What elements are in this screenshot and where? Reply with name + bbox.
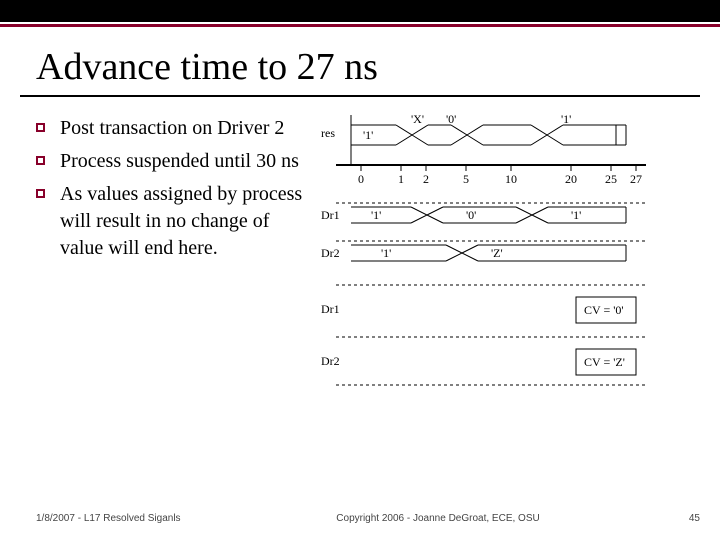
tick-label: 10 xyxy=(505,172,517,186)
bullet-item: As values assigned by process will resul… xyxy=(36,181,316,262)
dr2-value: '1' xyxy=(381,246,391,260)
res-value: '1' xyxy=(363,128,373,142)
dr1-value: '0' xyxy=(466,208,476,222)
tick-label: 1 xyxy=(398,172,404,186)
tick-label: 5 xyxy=(463,172,469,186)
bullet-item: Post transaction on Driver 2 xyxy=(36,115,316,142)
res-value: '1' xyxy=(561,115,571,126)
bullet-list: Post transaction on Driver 2 Process sus… xyxy=(36,115,316,268)
tick-label: 25 xyxy=(605,172,617,186)
dr1-value: '1' xyxy=(571,208,581,222)
bullet-item: Process suspended until 30 ns xyxy=(36,148,316,175)
timing-diagram: res '1' 'X' '0' '1' xyxy=(316,115,700,268)
title-underline xyxy=(20,95,700,97)
signal-label-dr2b: Dr2 xyxy=(321,354,340,368)
cv-label: CV = '0' xyxy=(584,303,624,317)
tick-label: 27 xyxy=(630,172,642,186)
res-value: 'X' xyxy=(411,115,424,126)
slide: Advance time to 27 ns Post transaction o… xyxy=(0,0,720,540)
footer-center: Copyright 2006 - Joanne DeGroat, ECE, OS… xyxy=(216,513,660,524)
footer-left: 1/8/2007 - L17 Resolved Siganls xyxy=(36,513,216,524)
top-black-stripe xyxy=(0,0,720,22)
tick-label: 20 xyxy=(565,172,577,186)
dr2-value: 'Z' xyxy=(491,246,503,260)
tick-label: 2 xyxy=(423,172,429,186)
slide-footer: 1/8/2007 - L17 Resolved Siganls Copyrigh… xyxy=(36,513,700,524)
footer-page-number: 45 xyxy=(660,513,700,524)
signal-label-dr2: Dr2 xyxy=(321,246,340,260)
signal-label-dr1b: Dr1 xyxy=(321,302,340,316)
signal-label-res: res xyxy=(321,126,335,140)
slide-title: Advance time to 27 ns xyxy=(0,27,720,95)
res-value: '0' xyxy=(446,115,456,126)
dr1-value: '1' xyxy=(371,208,381,222)
slide-body: Post transaction on Driver 2 Process sus… xyxy=(0,115,720,268)
tick-label: 0 xyxy=(358,172,364,186)
cv-label: CV = 'Z' xyxy=(584,355,625,369)
signal-label-dr1: Dr1 xyxy=(321,208,340,222)
